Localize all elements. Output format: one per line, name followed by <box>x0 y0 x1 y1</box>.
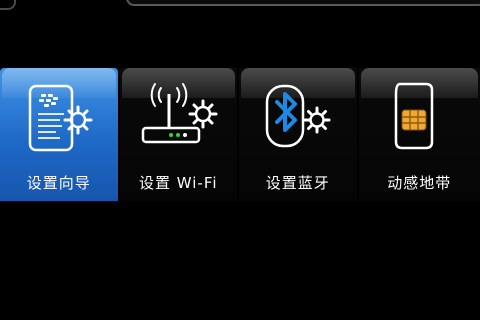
bluetooth-settings-icon <box>239 80 357 160</box>
tile-wifi[interactable]: 设置 Wi-Fi <box>119 68 238 201</box>
home-screen: 设置向导 设置 Wi-Fi 设置蓝牙 动感地带 <box>0 0 480 320</box>
wifi-router-settings-icon <box>120 80 238 160</box>
setup-wizard-icon <box>0 80 118 160</box>
tile-sim-card[interactable]: 动感地带 <box>358 68 480 201</box>
search-bar[interactable] <box>126 0 480 6</box>
tile-label: 设置蓝牙 <box>265 174 330 192</box>
top-left-control[interactable] <box>0 0 16 10</box>
app-icon-row: 设置向导 设置 Wi-Fi 设置蓝牙 动感地带 <box>0 68 480 201</box>
tile-label: 动感地带 <box>387 174 452 192</box>
tile-bluetooth[interactable]: 设置蓝牙 <box>239 68 357 201</box>
sim-card-icon <box>359 80 480 160</box>
tile-setup-wizard[interactable]: 设置向导 <box>0 68 118 201</box>
tile-label: 设置 Wi-Fi <box>138 174 218 192</box>
tile-label: 设置向导 <box>26 174 91 192</box>
